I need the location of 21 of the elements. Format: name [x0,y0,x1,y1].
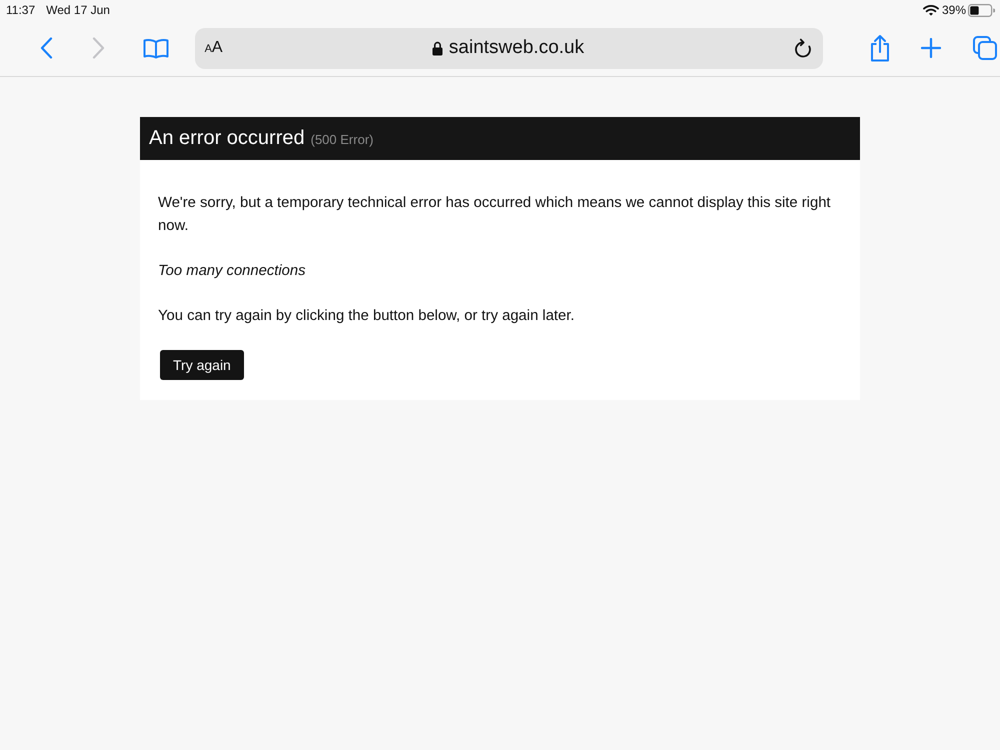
error-code: (500 Error) [310,132,374,147]
url-text: saintsweb.co.uk [448,37,584,59]
wifi-icon [922,4,939,16]
battery-percent: 39% [942,3,966,17]
share-icon [870,34,890,62]
status-time: 11:37 [6,3,36,17]
address-bar[interactable]: AA saintsweb.co.uk [194,28,824,68]
back-chevron-icon [40,37,54,59]
try-again-button[interactable]: Try again [160,350,244,380]
reload-icon [794,38,812,58]
battery-icon [968,4,995,16]
error-message: You can try again by clicking the button below, or try again later. [158,307,576,326]
plus-icon [921,38,942,58]
error-title: An error occurred [149,127,305,149]
status-date: Wed 17 Jun [46,3,110,17]
tabs-icon [973,36,998,60]
forward-chevron-icon [92,37,106,59]
text-size-button[interactable]: AA [202,34,225,62]
error-message: We're sorry, but a temporary technical error has occurred which means we cannot display this site right now. [158,194,832,236]
error-detail: Too many connections [158,262,307,281]
book-icon [142,38,169,58]
